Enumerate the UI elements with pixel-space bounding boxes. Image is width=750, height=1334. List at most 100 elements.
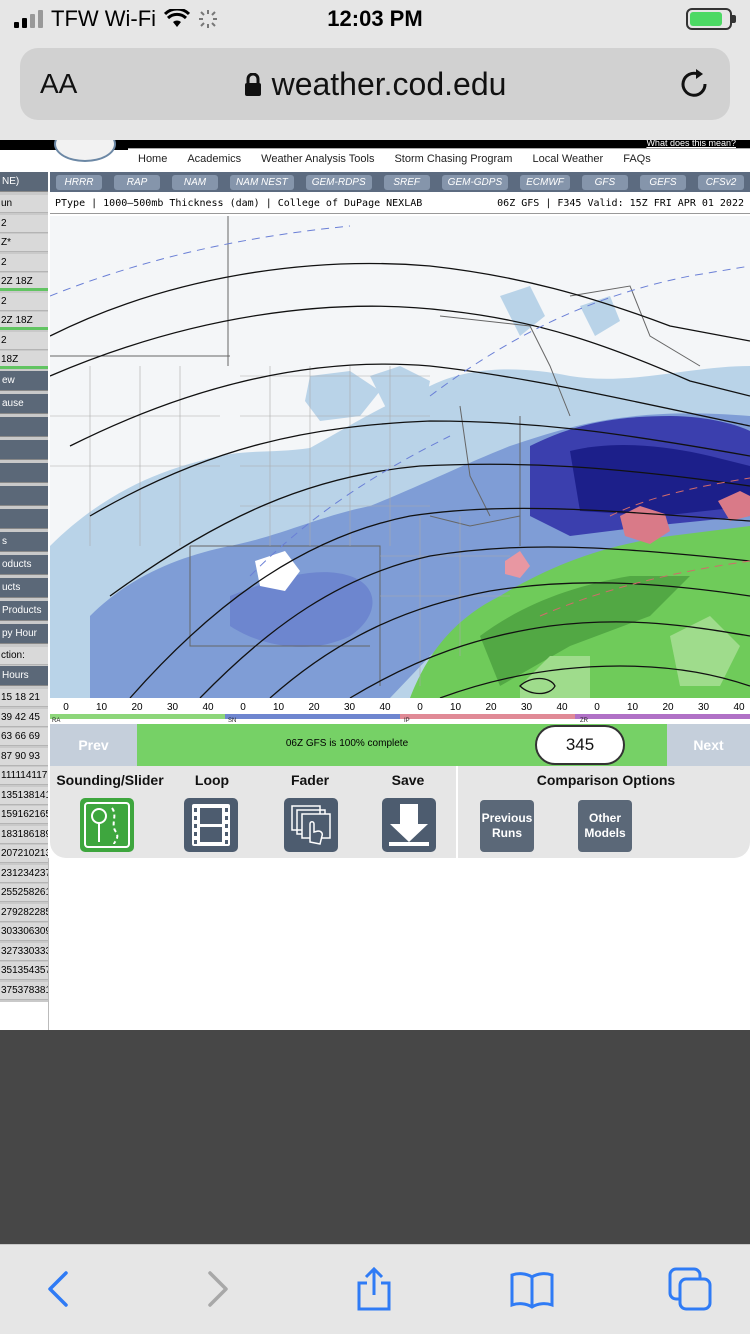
save-button[interactable] [382,798,436,852]
forward-icon[interactable] [196,1267,240,1311]
model-tab[interactable]: CFSv2 [697,174,744,190]
model-tab[interactable]: GFS [581,174,628,190]
sidebar-item[interactable]: 2Z 18Z [0,273,48,291]
sidebar-item[interactable]: ew [0,370,48,391]
back-icon[interactable] [36,1267,80,1311]
model-tab[interactable]: HRRR [56,174,102,190]
weather-map[interactable] [50,216,750,698]
page-edge [48,858,49,1030]
sidebar-item[interactable]: 39 42 45 [0,708,48,727]
previous-runs-button[interactable]: Previous Runs [480,800,534,852]
model-tab[interactable]: NAM NEST [230,174,294,190]
nav-link[interactable]: Academics [177,149,251,170]
sidebar-item[interactable]: 207210213 [0,845,48,863]
sidebar: NE) un 2 Z* 2 2Z 18Z 2 2Z 18Z 2 18Z ew ause s oducts… [0,172,48,1002]
sidebar-item[interactable]: un [0,195,48,213]
sidebar-item[interactable]: oducts [0,554,48,575]
precip-type-scale: 0 10 20 30 40 0 10 20 30 40 0 10 20 30 40 0 10 20 30 40 RA S… [50,698,750,724]
reload-icon[interactable] [676,66,712,102]
bookmarks-icon[interactable] [510,1267,554,1311]
sidebar-item[interactable]: 255258261 [0,884,48,902]
model-tab[interactable]: GEM-GDPS [441,174,509,190]
url-display[interactable]: weather.cod.edu [20,66,730,103]
sidebar-item[interactable]: 87 90 93 [0,747,48,766]
web-page: What does this mean? Home Academics Weathe… [0,140,750,1030]
sidebar-item[interactable]: 303306309 [0,923,48,941]
tabs-icon[interactable] [668,1267,712,1311]
sidebar-item[interactable]: NE) [0,172,48,192]
sidebar-item[interactable]: 231234237 [0,864,48,883]
model-tab[interactable]: RAP [114,174,161,190]
sidebar-item[interactable]: 375378381 [0,981,48,1000]
sidebar-item[interactable]: 159162165 [0,806,48,824]
scale-tick-label: 10 [450,702,462,713]
sidebar-item[interactable]: 2 [0,253,48,272]
download-icon [389,804,429,846]
model-tab[interactable]: ECMWF [520,174,570,190]
sidebar-item[interactable]: 351354357 [0,962,48,980]
scale-tick-label: 40 [556,702,568,713]
sounding-label: Sounding/Slider [56,772,164,788]
sidebar-item[interactable]: 15 18 21 [0,689,48,707]
battery-icon [686,8,736,30]
sounding-icon [84,802,130,848]
scale-tick-label: 0 [417,702,423,713]
sidebar-item[interactable]: 63 66 69 [0,728,48,746]
sidebar-item[interactable]: 111114117 [0,767,48,785]
sidebar-item[interactable]: 18Z [0,351,48,369]
sidebar-item[interactable]: 327330333 [0,942,48,961]
sidebar-item[interactable]: Hours [0,666,48,686]
scale-tick-label: 30 [167,702,179,713]
sidebar-item[interactable] [0,439,48,460]
url-text: weather.cod.edu [271,66,507,102]
sidebar-item[interactable]: ction: [0,646,48,665]
what-does-this-mean-link[interactable]: What does this mean? [646,140,736,148]
scale-tick-label: 20 [662,702,674,713]
forecast-control-bar: Prev 06Z GFS is 100% complete 345 Next [50,724,750,766]
sidebar-item[interactable]: 2 [0,292,48,311]
loop-button[interactable] [184,798,238,852]
nav-link[interactable]: FAQs [613,149,661,170]
sidebar-item[interactable]: s [0,531,48,552]
sounding-button[interactable] [80,798,134,852]
sidebar-item[interactable] [0,416,48,437]
other-models-button[interactable]: Other Models [578,800,632,852]
nav-link[interactable]: Storm Chasing Program [384,149,522,170]
scale-tick-label: 0 [594,702,600,713]
share-icon[interactable] [352,1267,396,1311]
sidebar-item[interactable]: 183186189 [0,825,48,844]
site-nav: Home Academics Weather Analysis Tools Storm… [128,148,750,170]
scale-tick-label: 20 [485,702,497,713]
sidebar-item[interactable]: ucts [0,577,48,598]
sidebar-item[interactable]: py Hour [0,623,48,644]
tools-panel: Sounding/Slider Loop Fader Save Comparis… [50,766,750,858]
sidebar-item[interactable] [0,508,48,529]
fader-button[interactable] [284,798,338,852]
sidebar-item[interactable]: 2 [0,214,48,233]
sidebar-item[interactable]: Z* [0,234,48,252]
model-tab[interactable]: SREF [383,174,430,190]
sidebar-item[interactable]: 279282285 [0,903,48,922]
scale-tick-label: 0 [63,702,69,713]
prev-button[interactable]: Prev [50,724,137,766]
sidebar-item[interactable] [0,485,48,506]
scale-tick-label: 30 [698,702,710,713]
sidebar-item[interactable]: 135138141 [0,786,48,805]
model-tab[interactable]: NAM [172,174,219,190]
nav-link[interactable]: Local Weather [522,149,613,170]
nav-link[interactable]: Home [128,149,177,170]
cod-logo[interactable] [54,140,116,162]
sidebar-item[interactable]: 2Z 18Z [0,312,48,330]
model-tab[interactable]: GEM-RDPS [305,174,372,190]
sidebar-item[interactable]: ause [0,393,48,414]
address-bar[interactable]: AA weather.cod.edu [20,48,730,120]
model-tab[interactable]: GEFS [639,174,686,190]
sidebar-item[interactable] [0,462,48,483]
next-button[interactable]: Next [667,724,750,766]
clock: 12:03 PM [327,6,423,31]
forecast-hour-input[interactable]: 345 [535,725,625,765]
sidebar-item[interactable]: 2 [0,331,48,350]
nav-link[interactable]: Weather Analysis Tools [251,149,384,170]
sidebar-item[interactable]: Products [0,600,48,621]
scale-tick-label: 40 [733,702,745,713]
